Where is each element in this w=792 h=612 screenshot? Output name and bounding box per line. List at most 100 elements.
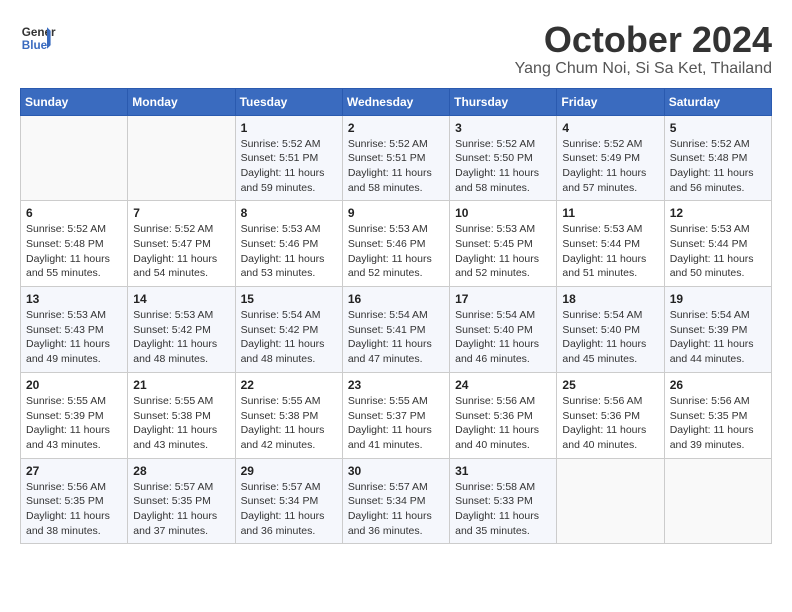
day-number: 31 bbox=[455, 464, 551, 478]
calendar-cell: 1 Sunrise: 5:52 AM Sunset: 5:51 PM Daylig… bbox=[235, 115, 342, 201]
calendar-cell: 9 Sunrise: 5:53 AM Sunset: 5:46 PM Daylig… bbox=[342, 201, 449, 287]
day-number: 8 bbox=[241, 206, 337, 220]
day-number: 13 bbox=[26, 292, 122, 306]
day-detail: Sunrise: 5:57 AM Sunset: 5:34 PM Dayligh… bbox=[348, 480, 444, 539]
calendar-week-row: 1 Sunrise: 5:52 AM Sunset: 5:51 PM Daylig… bbox=[21, 115, 772, 201]
calendar-cell: 20 Sunrise: 5:55 AM Sunset: 5:39 PM Dayli… bbox=[21, 372, 128, 458]
day-number: 9 bbox=[348, 206, 444, 220]
calendar-week-row: 20 Sunrise: 5:55 AM Sunset: 5:39 PM Dayli… bbox=[21, 372, 772, 458]
day-detail: Sunrise: 5:53 AM Sunset: 5:46 PM Dayligh… bbox=[348, 222, 444, 281]
calendar-cell: 30Sunrise: 5:57 AM Sunset: 5:34 PM Dayli… bbox=[342, 458, 449, 544]
day-detail: Sunrise: 5:58 AM Sunset: 5:33 PM Dayligh… bbox=[455, 480, 551, 539]
day-detail: Sunrise: 5:54 AM Sunset: 5:40 PM Dayligh… bbox=[455, 308, 551, 367]
day-number: 11 bbox=[562, 206, 658, 220]
day-detail: Sunrise: 5:52 AM Sunset: 5:49 PM Dayligh… bbox=[562, 137, 658, 196]
day-number: 22 bbox=[241, 378, 337, 392]
weekday-header: Sunday bbox=[21, 88, 128, 115]
calendar-cell: 28 Sunrise: 5:57 AM Sunset: 5:35 PM Dayli… bbox=[128, 458, 235, 544]
calendar-cell: 26 Sunrise: 5:56 AM Sunset: 5:35 PM Dayli… bbox=[664, 372, 771, 458]
day-detail: Sunrise: 5:55 AM Sunset: 5:37 PM Dayligh… bbox=[348, 394, 444, 453]
day-number: 21 bbox=[133, 378, 229, 392]
day-number: 17 bbox=[455, 292, 551, 306]
logo-icon: General Blue bbox=[20, 20, 56, 56]
calendar-cell: 27 Sunrise: 5:56 AM Sunset: 5:35 PM Dayli… bbox=[21, 458, 128, 544]
day-detail: Sunrise: 5:54 AM Sunset: 5:41 PM Dayligh… bbox=[348, 308, 444, 367]
day-detail: Sunrise: 5:56 AM Sunset: 5:35 PM Dayligh… bbox=[670, 394, 766, 453]
weekday-header: Friday bbox=[557, 88, 664, 115]
day-detail: Sunrise: 5:54 AM Sunset: 5:39 PM Dayligh… bbox=[670, 308, 766, 367]
day-number: 20 bbox=[26, 378, 122, 392]
calendar-cell: 21 Sunrise: 5:55 AM Sunset: 5:38 PM Dayli… bbox=[128, 372, 235, 458]
day-number: 24 bbox=[455, 378, 551, 392]
calendar-week-row: 27 Sunrise: 5:56 AM Sunset: 5:35 PM Dayli… bbox=[21, 458, 772, 544]
day-number: 4 bbox=[562, 121, 658, 135]
day-number: 19 bbox=[670, 292, 766, 306]
svg-text:General: General bbox=[22, 26, 56, 39]
day-number: 1 bbox=[241, 121, 337, 135]
location-title: Yang Chum Noi, Si Sa Ket, Thailand bbox=[515, 60, 772, 78]
day-detail: Sunrise: 5:57 AM Sunset: 5:34 PM Dayligh… bbox=[241, 480, 337, 539]
calendar-cell: 22 Sunrise: 5:55 AM Sunset: 5:38 PM Dayli… bbox=[235, 372, 342, 458]
weekday-header-row: SundayMondayTuesdayWednesdayThursdayFrid… bbox=[21, 88, 772, 115]
calendar-cell: 11 Sunrise: 5:53 AM Sunset: 5:44 PM Dayli… bbox=[557, 201, 664, 287]
day-number: 3 bbox=[455, 121, 551, 135]
day-detail: Sunrise: 5:55 AM Sunset: 5:38 PM Dayligh… bbox=[241, 394, 337, 453]
day-number: 7 bbox=[133, 206, 229, 220]
calendar-cell: 17 Sunrise: 5:54 AM Sunset: 5:40 PM Dayli… bbox=[450, 287, 557, 373]
day-number: 29 bbox=[241, 464, 337, 478]
calendar-cell: 29 Sunrise: 5:57 AM Sunset: 5:34 PM Dayli… bbox=[235, 458, 342, 544]
day-number: 28 bbox=[133, 464, 229, 478]
day-number: 27 bbox=[26, 464, 122, 478]
calendar-cell: 31 Sunrise: 5:58 AM Sunset: 5:33 PM Dayli… bbox=[450, 458, 557, 544]
calendar-cell: 23 Sunrise: 5:55 AM Sunset: 5:37 PM Dayli… bbox=[342, 372, 449, 458]
day-detail: Sunrise: 5:54 AM Sunset: 5:40 PM Dayligh… bbox=[562, 308, 658, 367]
calendar-cell bbox=[21, 115, 128, 201]
calendar-cell: 19 Sunrise: 5:54 AM Sunset: 5:39 PM Dayli… bbox=[664, 287, 771, 373]
calendar-cell: 14Sunrise: 5:53 AM Sunset: 5:42 PM Dayli… bbox=[128, 287, 235, 373]
day-detail: Sunrise: 5:52 AM Sunset: 5:51 PM Dayligh… bbox=[241, 137, 337, 196]
calendar-cell: 2Sunrise: 5:52 AM Sunset: 5:51 PM Daylig… bbox=[342, 115, 449, 201]
day-number: 25 bbox=[562, 378, 658, 392]
day-number: 2 bbox=[348, 121, 444, 135]
calendar-cell: 25Sunrise: 5:56 AM Sunset: 5:36 PM Dayli… bbox=[557, 372, 664, 458]
day-detail: Sunrise: 5:56 AM Sunset: 5:35 PM Dayligh… bbox=[26, 480, 122, 539]
day-detail: Sunrise: 5:53 AM Sunset: 5:44 PM Dayligh… bbox=[670, 222, 766, 281]
calendar-cell: 24 Sunrise: 5:56 AM Sunset: 5:36 PM Dayli… bbox=[450, 372, 557, 458]
day-detail: Sunrise: 5:52 AM Sunset: 5:47 PM Dayligh… bbox=[133, 222, 229, 281]
calendar-cell: 18Sunrise: 5:54 AM Sunset: 5:40 PM Dayli… bbox=[557, 287, 664, 373]
svg-text:Blue: Blue bbox=[22, 39, 48, 52]
day-detail: Sunrise: 5:53 AM Sunset: 5:45 PM Dayligh… bbox=[455, 222, 551, 281]
day-detail: Sunrise: 5:52 AM Sunset: 5:50 PM Dayligh… bbox=[455, 137, 551, 196]
day-number: 26 bbox=[670, 378, 766, 392]
day-number: 16 bbox=[348, 292, 444, 306]
calendar-cell: 10 Sunrise: 5:53 AM Sunset: 5:45 PM Dayli… bbox=[450, 201, 557, 287]
calendar-cell: 7 Sunrise: 5:52 AM Sunset: 5:47 PM Daylig… bbox=[128, 201, 235, 287]
day-detail: Sunrise: 5:57 AM Sunset: 5:35 PM Dayligh… bbox=[133, 480, 229, 539]
weekday-header: Thursday bbox=[450, 88, 557, 115]
calendar-table: SundayMondayTuesdayWednesdayThursdayFrid… bbox=[20, 88, 772, 545]
day-number: 6 bbox=[26, 206, 122, 220]
day-detail: Sunrise: 5:55 AM Sunset: 5:39 PM Dayligh… bbox=[26, 394, 122, 453]
calendar-cell: 12 Sunrise: 5:53 AM Sunset: 5:44 PM Dayli… bbox=[664, 201, 771, 287]
calendar-cell bbox=[557, 458, 664, 544]
calendar-cell bbox=[664, 458, 771, 544]
day-number: 10 bbox=[455, 206, 551, 220]
calendar-cell: 3 Sunrise: 5:52 AM Sunset: 5:50 PM Daylig… bbox=[450, 115, 557, 201]
day-number: 5 bbox=[670, 121, 766, 135]
day-number: 12 bbox=[670, 206, 766, 220]
day-number: 23 bbox=[348, 378, 444, 392]
calendar-cell: 8Sunrise: 5:53 AM Sunset: 5:46 PM Daylig… bbox=[235, 201, 342, 287]
day-number: 15 bbox=[241, 292, 337, 306]
title-section: October 2024 Yang Chum Noi, Si Sa Ket, T… bbox=[515, 20, 772, 78]
day-detail: Sunrise: 5:56 AM Sunset: 5:36 PM Dayligh… bbox=[455, 394, 551, 453]
day-detail: Sunrise: 5:53 AM Sunset: 5:44 PM Dayligh… bbox=[562, 222, 658, 281]
month-title: October 2024 bbox=[515, 20, 772, 60]
day-detail: Sunrise: 5:53 AM Sunset: 5:42 PM Dayligh… bbox=[133, 308, 229, 367]
calendar-cell: 15Sunrise: 5:54 AM Sunset: 5:42 PM Dayli… bbox=[235, 287, 342, 373]
calendar-week-row: 6Sunrise: 5:52 AM Sunset: 5:48 PM Daylig… bbox=[21, 201, 772, 287]
calendar-cell bbox=[128, 115, 235, 201]
page-header: General Blue October 2024 Yang Chum Noi,… bbox=[20, 20, 772, 78]
weekday-header: Saturday bbox=[664, 88, 771, 115]
day-detail: Sunrise: 5:55 AM Sunset: 5:38 PM Dayligh… bbox=[133, 394, 229, 453]
calendar-cell: 13Sunrise: 5:53 AM Sunset: 5:43 PM Dayli… bbox=[21, 287, 128, 373]
